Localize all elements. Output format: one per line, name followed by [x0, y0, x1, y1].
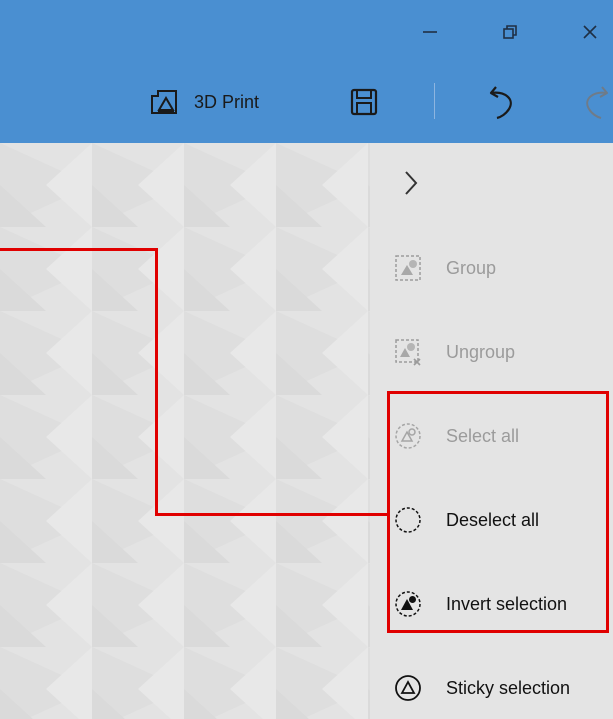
toolbar-divider	[434, 83, 435, 119]
callout-line-bottom	[155, 513, 389, 516]
minimize-icon	[423, 31, 437, 33]
ungroup-label: Ungroup	[446, 341, 516, 362]
3d-print-icon	[151, 90, 177, 114]
close-icon	[583, 25, 597, 39]
group-label: Group	[446, 257, 497, 278]
sticky-selection-label: Sticky selection	[446, 677, 571, 698]
ungroup-button[interactable]: Ungroup	[392, 327, 613, 377]
sticky-selection-icon	[392, 672, 424, 704]
minimize-button[interactable]	[410, 14, 450, 50]
save-button[interactable]	[342, 80, 386, 124]
sticky-selection-button[interactable]: Sticky selection	[392, 663, 613, 713]
highlight-box	[387, 391, 609, 633]
redo-button[interactable]	[572, 78, 613, 126]
close-button[interactable]	[570, 14, 610, 50]
redo-icon	[586, 86, 608, 119]
callout-line-vertical	[155, 248, 158, 516]
callout-line-top	[0, 248, 158, 251]
ungroup-icon	[392, 336, 424, 368]
group-button[interactable]: Group	[392, 243, 613, 293]
chevron-right-icon	[405, 171, 418, 195]
group-icon	[392, 252, 424, 284]
expand-panel-button[interactable]	[396, 163, 426, 203]
canvas-pattern	[0, 143, 370, 719]
undo-button[interactable]	[482, 78, 526, 126]
3d-print-button[interactable]: 3D Print	[148, 80, 259, 124]
workspace-canvas[interactable]	[0, 143, 370, 719]
save-icon	[350, 88, 378, 116]
undo-icon	[489, 86, 512, 120]
3d-print-label: 3D Print	[194, 91, 260, 112]
maximize-button[interactable]	[490, 14, 530, 50]
restore-icon	[503, 25, 517, 39]
